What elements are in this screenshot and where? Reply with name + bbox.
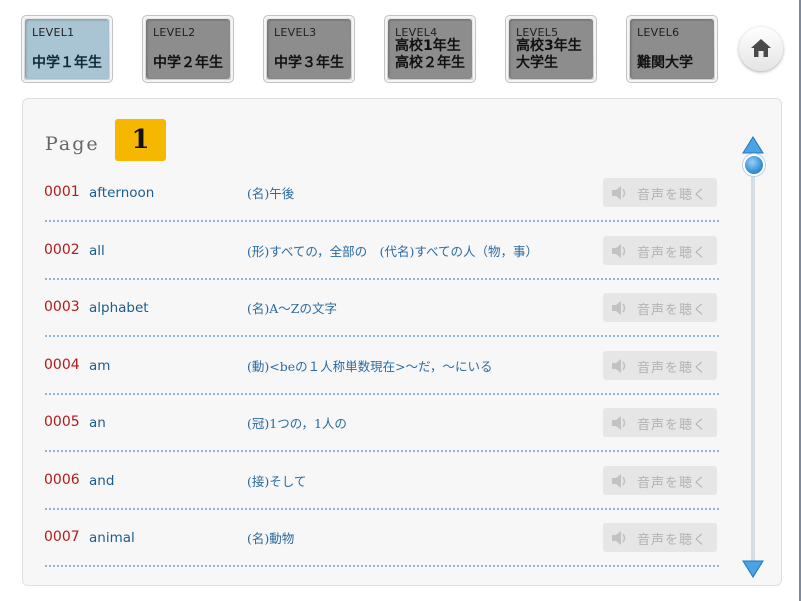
word-meaning: (名)A〜Zの文字 <box>247 301 337 316</box>
word-text: am <box>89 358 111 374</box>
word-text: and <box>89 473 115 489</box>
speaker-icon <box>612 244 626 258</box>
home-icon <box>751 39 771 57</box>
word-row: 0001 afternoon (名)午後 音声を聴く <box>23 178 723 236</box>
row-divider <box>45 335 719 337</box>
play-audio-button[interactable]: 音声を聴く <box>603 408 717 437</box>
word-row: 0007 animal (名)動物 音声を聴く <box>23 523 723 581</box>
scroll-track[interactable] <box>751 174 755 564</box>
level-tab-5[interactable]: LEVEL5 高校3年生 大学生 <box>505 15 597 83</box>
scroll-thumb[interactable] <box>743 154 765 176</box>
word-number: 0005 <box>44 414 80 430</box>
word-meaning: (冠)1つの，1人の <box>247 416 347 431</box>
page-label: Page <box>45 133 100 155</box>
level-name: 中学３年生 <box>274 55 344 71</box>
level-tabs: LEVEL1 中学１年生 LEVEL2 中学２年生 LEVEL3 中学３年生 L… <box>21 15 721 85</box>
level-tab-face: LEVEL6 難関大学 <box>630 19 714 79</box>
word-number: 0001 <box>44 184 80 200</box>
level-tab-1[interactable]: LEVEL1 中学１年生 <box>21 15 113 83</box>
word-number: 0007 <box>44 529 80 545</box>
scroll-down-arrow-icon[interactable] <box>742 560 764 578</box>
level-tab-2[interactable]: LEVEL2 中学２年生 <box>142 15 234 83</box>
page-number: 1 <box>115 119 166 161</box>
level-code: LEVEL2 <box>153 26 196 39</box>
level-tab-3[interactable]: LEVEL3 中学３年生 <box>263 15 355 83</box>
word-row: 0005 an (冠)1つの，1人の 音声を聴く <box>23 408 723 466</box>
row-divider <box>45 278 719 280</box>
word-meaning: (形)すべての，全部の (代名)すべての人（物，事） <box>247 244 539 259</box>
play-audio-button[interactable]: 音声を聴く <box>603 466 717 495</box>
word-number: 0004 <box>44 357 80 373</box>
word-list-panel: Page 1 0001 afternoon (名)午後 音声を聴く 0002 a… <box>22 98 782 586</box>
audio-label: 音声を聴く <box>637 476 708 491</box>
level-name: 中学１年生 <box>32 55 102 71</box>
play-audio-button[interactable]: 音声を聴く <box>603 178 717 207</box>
word-text: animal <box>89 530 135 546</box>
level-tab-6[interactable]: LEVEL6 難関大学 <box>626 15 718 83</box>
speaker-icon <box>612 416 626 430</box>
play-audio-button[interactable]: 音声を聴く <box>603 236 717 265</box>
level-code: LEVEL1 <box>32 26 75 39</box>
level-tab-face: LEVEL4 高校1年生 高校２年生 <box>388 19 472 79</box>
level-code: LEVEL6 <box>637 26 680 39</box>
speaker-icon <box>612 359 626 373</box>
word-text: all <box>89 243 105 259</box>
audio-label: 音声を聴く <box>637 303 708 318</box>
level-tab-face: LEVEL5 高校3年生 大学生 <box>509 19 593 79</box>
word-number: 0002 <box>44 242 80 258</box>
level-tab-4[interactable]: LEVEL4 高校1年生 高校２年生 <box>384 15 476 83</box>
row-divider <box>45 220 719 222</box>
row-divider <box>45 508 719 510</box>
word-meaning: (動)<beの１人称単数現在>〜だ，〜にいる <box>247 359 493 374</box>
audio-label: 音声を聴く <box>637 418 708 433</box>
word-row: 0003 alphabet (名)A〜Zの文字 音声を聴く <box>23 293 723 351</box>
home-button[interactable] <box>739 27 783 71</box>
speaker-icon <box>612 474 626 488</box>
row-divider <box>45 450 719 452</box>
level-name: 高校3年生 大学生 <box>516 38 582 71</box>
word-number: 0006 <box>44 472 80 488</box>
word-text: an <box>89 415 106 431</box>
level-name: 難関大学 <box>637 55 693 71</box>
word-text: afternoon <box>89 185 155 201</box>
word-meaning: (接)そして <box>247 474 307 489</box>
level-tab-face: LEVEL3 中学３年生 <box>267 19 351 79</box>
audio-label: 音声を聴く <box>637 246 708 261</box>
level-code: LEVEL3 <box>274 26 317 39</box>
word-row: 0006 and (接)そして 音声を聴く <box>23 466 723 524</box>
play-audio-button[interactable]: 音声を聴く <box>603 293 717 322</box>
word-row: 0004 am (動)<beの１人称単数現在>〜だ，〜にいる 音声を聴く <box>23 351 723 409</box>
audio-label: 音声を聴く <box>637 533 708 548</box>
word-meaning: (名)動物 <box>247 531 295 546</box>
row-divider <box>45 393 719 395</box>
word-number: 0003 <box>44 299 80 315</box>
audio-label: 音声を聴く <box>637 188 708 203</box>
play-audio-button[interactable]: 音声を聴く <box>603 523 717 552</box>
level-tab-face: LEVEL1 中学１年生 <box>25 19 109 79</box>
speaker-icon <box>612 186 626 200</box>
word-row: 0002 all (形)すべての，全部の (代名)すべての人（物，事） 音声を聴… <box>23 236 723 294</box>
word-text: alphabet <box>89 300 149 316</box>
row-divider <box>45 565 719 567</box>
level-name: 中学２年生 <box>153 55 223 71</box>
level-name: 高校1年生 高校２年生 <box>395 38 465 71</box>
speaker-icon <box>612 531 626 545</box>
word-meaning: (名)午後 <box>247 186 295 201</box>
speaker-icon <box>612 301 626 315</box>
play-audio-button[interactable]: 音声を聴く <box>603 351 717 380</box>
scroll-up-arrow-icon[interactable] <box>742 136 764 154</box>
audio-label: 音声を聴く <box>637 361 708 376</box>
level-tab-face: LEVEL2 中学２年生 <box>146 19 230 79</box>
